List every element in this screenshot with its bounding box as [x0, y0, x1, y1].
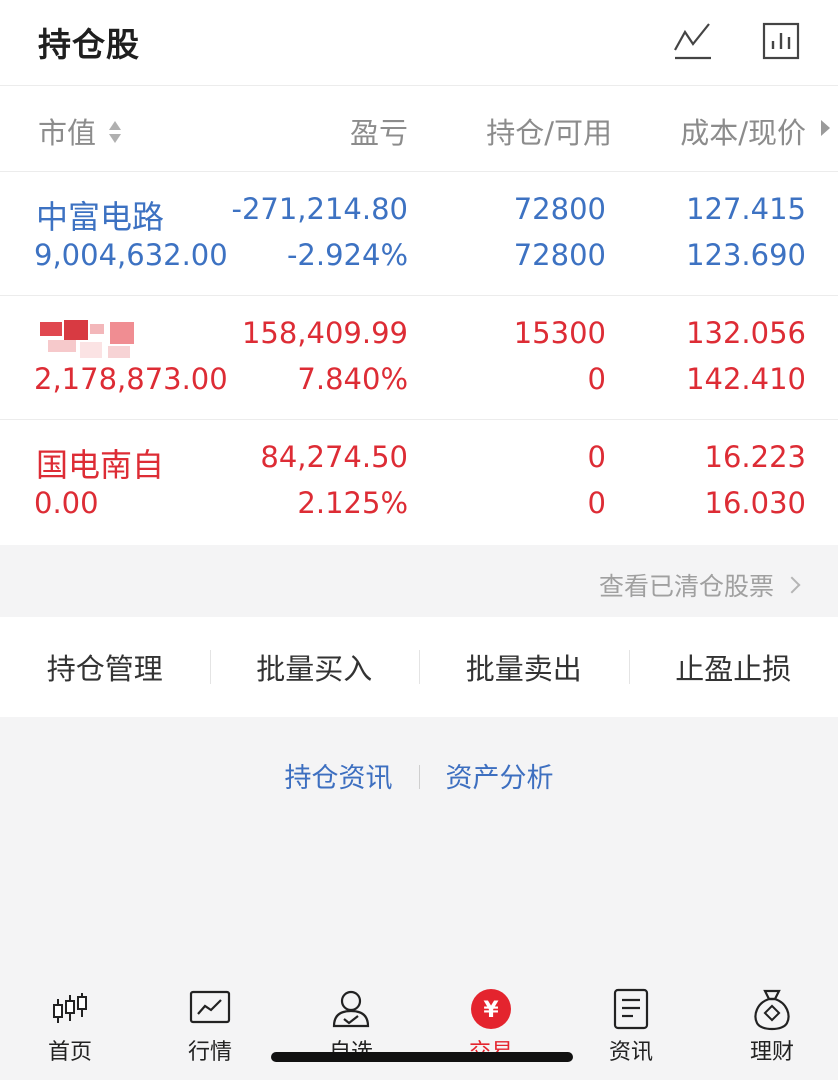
tab-home-label: 首页 [47, 1040, 92, 1065]
link-divider [418, 765, 420, 789]
batch-sell-button[interactable]: 批量卖出 [419, 646, 629, 688]
tab-market[interactable]: 行情 [160, 986, 260, 1066]
redacted-stock-name [34, 320, 144, 362]
holding-quantity: 15300 [513, 316, 606, 350]
cost-price: 127.415 [686, 192, 806, 226]
svg-text:¥: ¥ [483, 998, 499, 1023]
position-actions: 持仓管理 批量买入 批量卖出 止盈止损 [0, 617, 838, 717]
position-management-button[interactable]: 持仓管理 [0, 646, 210, 688]
holding-quantity: 0 [587, 440, 606, 474]
current-price: 16.030 [704, 486, 806, 520]
market-value-column-header[interactable]: 市值 [38, 110, 123, 152]
bar-chart-icon[interactable] [758, 18, 804, 64]
market-chart-icon [160, 986, 260, 1032]
holding-available-column-header: 持仓/可用 [486, 116, 612, 150]
home-indicator[interactable] [271, 1052, 573, 1062]
bottom-tab-bar: 首页 行情 自选 ¥ 交易 [0, 968, 838, 1080]
chevron-right-icon [783, 576, 801, 594]
cleared-stocks-bar: 查看已清仓股票 [0, 545, 838, 617]
tab-market-label: 行情 [187, 1040, 232, 1065]
current-price: 142.410 [686, 362, 806, 396]
line-chart-icon[interactable] [670, 18, 716, 64]
available-quantity: 0 [587, 362, 606, 396]
table-row[interactable]: 2,178,873.00 158,409.99 7.840% 15300 0 1… [0, 296, 838, 420]
profit-loss-percent: -2.924% [286, 238, 408, 272]
table-row[interactable]: 国电南自 0.00 84,274.50 2.125% 0 0 16.223 16… [0, 420, 838, 545]
table-row[interactable]: 中富电路 9,004,632.00 -271,214.80 -2.924% 72… [0, 172, 838, 296]
tab-home[interactable]: 首页 [20, 986, 120, 1066]
market-value: 9,004,632.00 [34, 238, 228, 272]
profit-loss-amount: 158,409.99 [241, 316, 408, 350]
profit-loss-percent: 7.840% [297, 362, 408, 396]
profit-loss-amount: -271,214.80 [231, 192, 408, 226]
top-bar: 持仓股 [0, 0, 838, 86]
document-icon [581, 986, 681, 1032]
available-quantity: 0 [587, 486, 606, 520]
tab-news[interactable]: 资讯 [581, 986, 681, 1066]
stock-name: 国电南自 [36, 446, 165, 484]
yuan-icon: ¥ [441, 986, 541, 1032]
holding-quantity: 72800 [513, 192, 606, 226]
cost-price-column-header: 成本/现价 [680, 116, 806, 150]
money-bag-icon [722, 986, 822, 1032]
profit-loss-percent: 2.125% [297, 486, 408, 520]
batch-buy-button[interactable]: 批量买入 [209, 646, 420, 688]
take-profit-stop-loss-button[interactable]: 止盈止损 [628, 646, 838, 688]
holdings-table-header: 市值 盈亏 持仓/可用 成本/现价 [0, 86, 838, 172]
cost-price: 132.056 [686, 316, 806, 350]
candlestick-icon [20, 986, 120, 1032]
view-cleared-stocks-link[interactable]: 查看已清仓股票 [598, 567, 801, 603]
market-value: 0.00 [34, 486, 99, 520]
scroll-right-arrow-icon[interactable] [821, 120, 830, 136]
market-value-header-label: 市值 [38, 116, 97, 150]
holdings-table-body: 中富电路 9,004,632.00 -271,214.80 -2.924% 72… [0, 172, 838, 545]
user-check-icon [301, 986, 401, 1032]
cost-price: 16.223 [704, 440, 806, 474]
available-quantity: 72800 [513, 238, 606, 272]
stock-name: 中富电路 [36, 198, 165, 236]
sort-icon[interactable] [107, 118, 123, 152]
market-value: 2,178,873.00 [34, 362, 228, 396]
tab-news-label: 资讯 [608, 1040, 653, 1065]
tab-wealth[interactable]: 理财 [722, 986, 822, 1066]
page-title: 持仓股 [38, 25, 140, 64]
profit-loss-column-header: 盈亏 [349, 116, 408, 150]
view-cleared-stocks-label: 查看已清仓股票 [598, 572, 774, 601]
current-price: 123.690 [686, 238, 806, 272]
position-news-link[interactable]: 持仓资讯 [285, 763, 393, 794]
tab-wealth-label: 理财 [749, 1040, 794, 1065]
info-links: 持仓资讯 资产分析 [0, 756, 838, 795]
profit-loss-amount: 84,274.50 [260, 440, 408, 474]
asset-analysis-link[interactable]: 资产分析 [446, 763, 554, 794]
